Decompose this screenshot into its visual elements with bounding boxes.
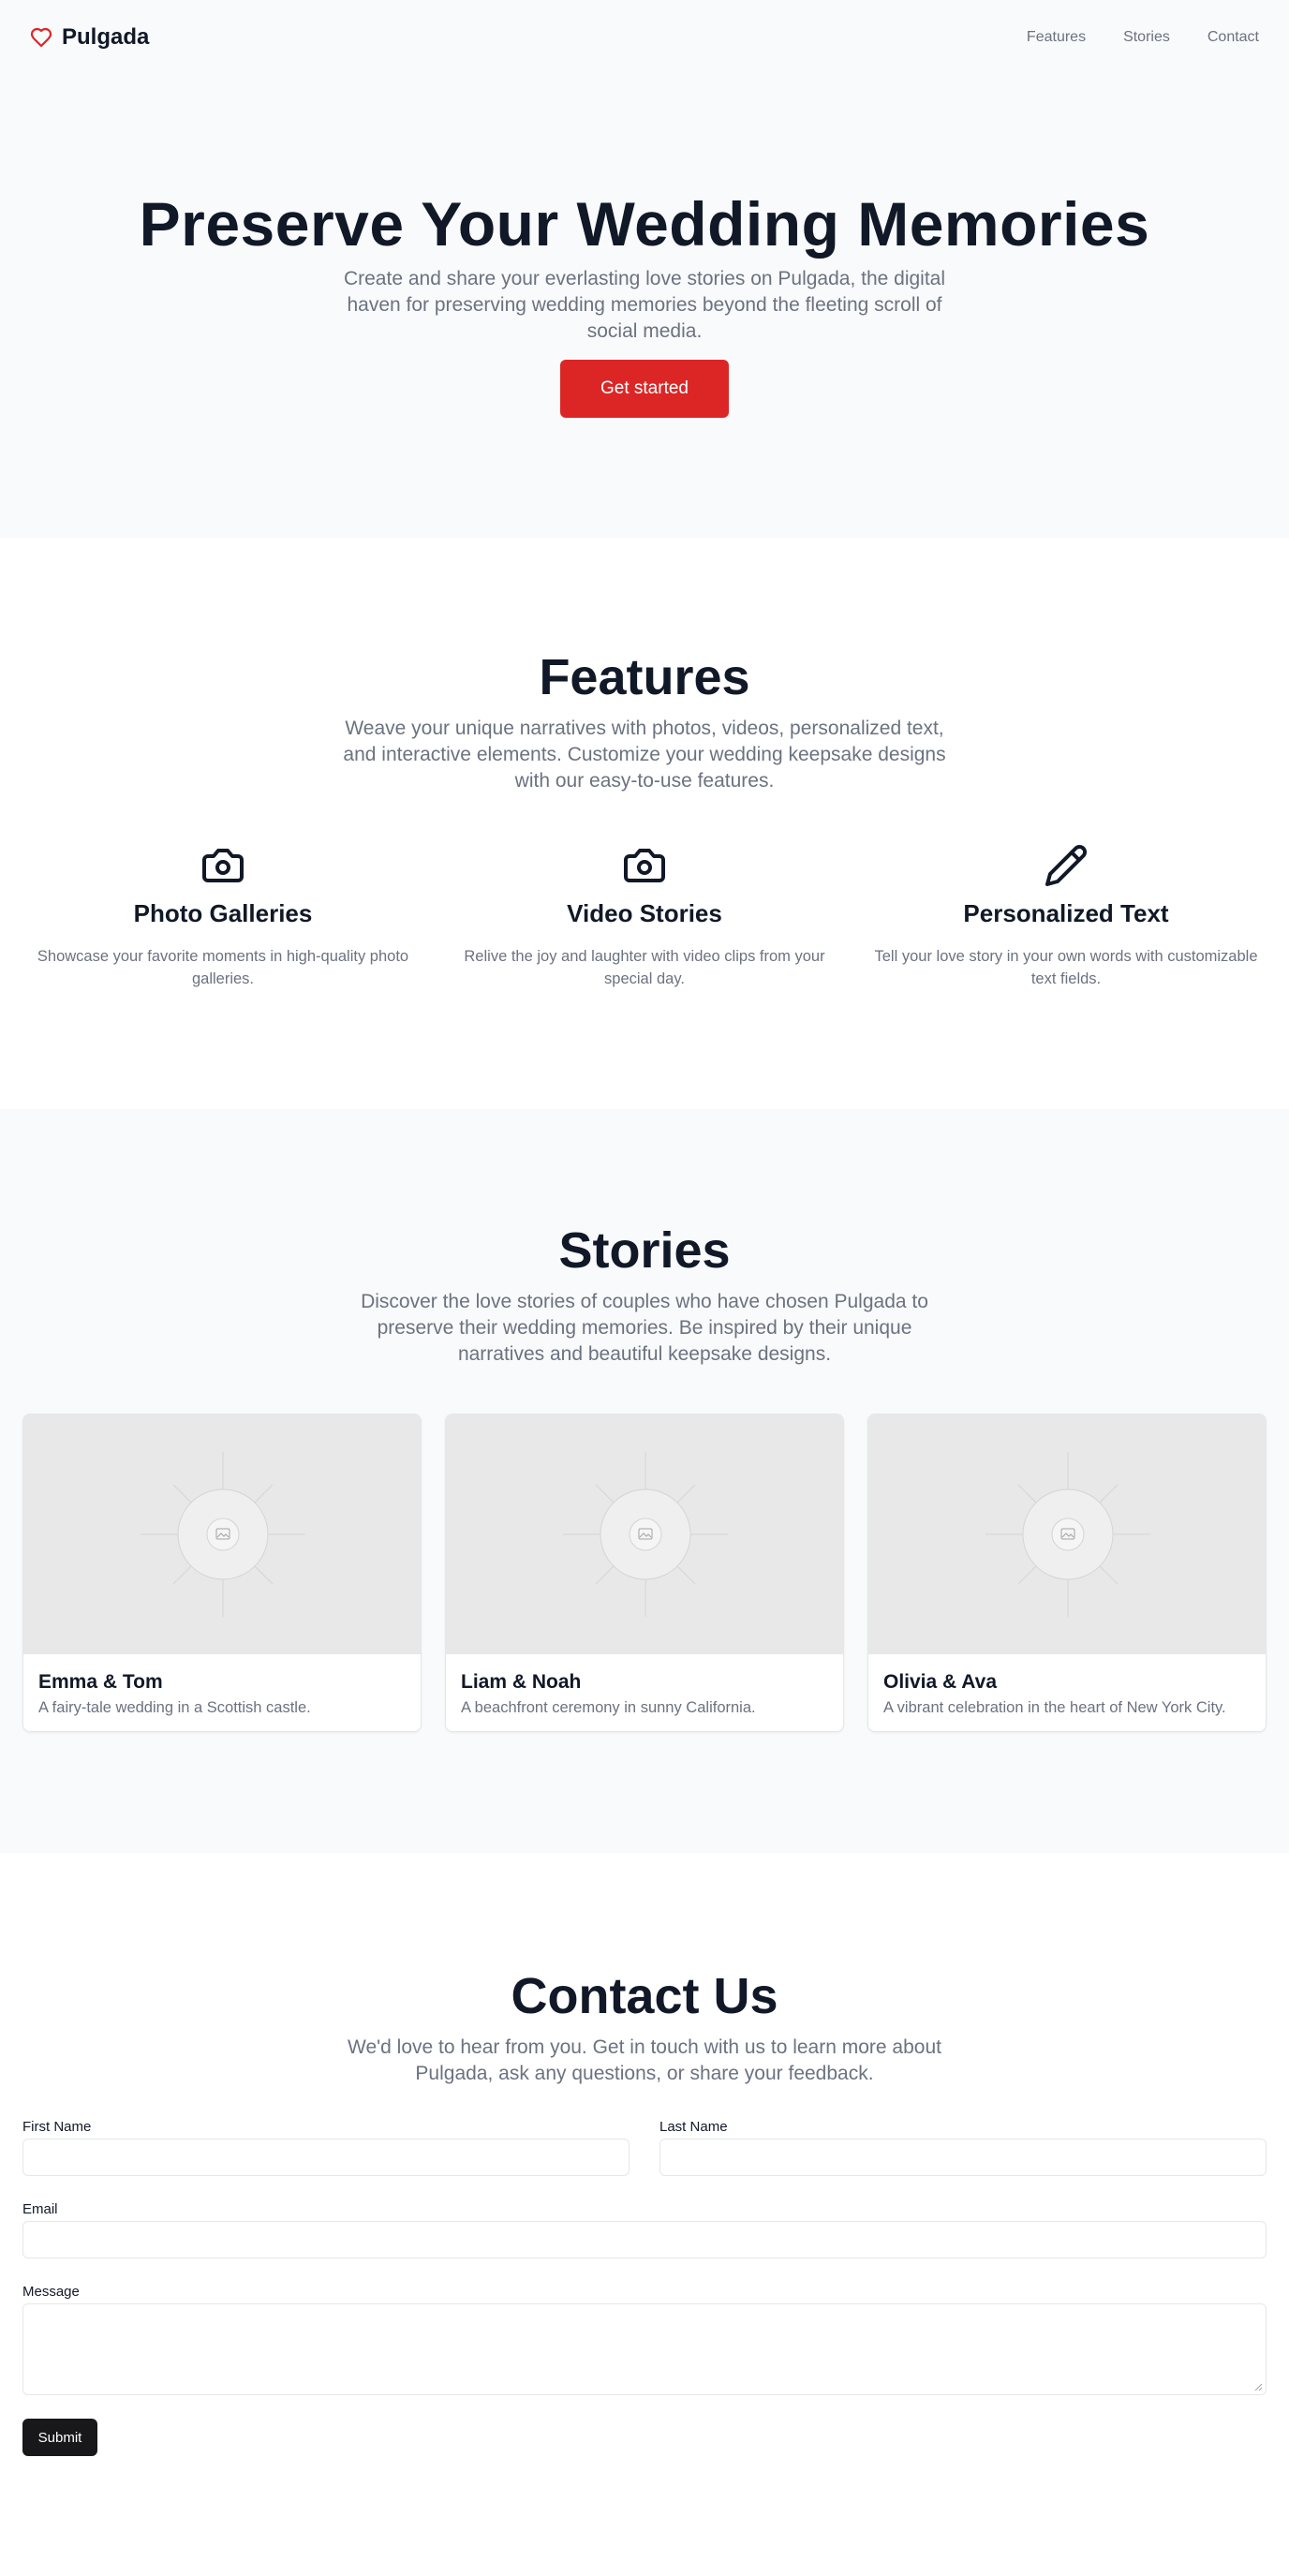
email-input[interactable] (22, 2221, 1267, 2258)
camera-icon (444, 843, 845, 888)
story-name: Liam & Noah (461, 1671, 582, 1693)
features-section: Features Weave your unique narratives wi… (0, 538, 1289, 1109)
image-placeholder-icon (446, 1414, 843, 1654)
feature-title: Photo Galleries (133, 899, 313, 927)
story-card-emma-tom[interactable]: Emma & Tom A fairy-tale wedding in a Sco… (22, 1414, 422, 1732)
feature-title: Video Stories (567, 899, 722, 927)
feature-personalized-text: Personalized Text Tell your love story i… (866, 843, 1267, 990)
nav-link-contact[interactable]: Contact (1208, 29, 1259, 46)
main-nav: Features Stories Contact (1027, 29, 1259, 46)
story-name: Olivia & Ava (883, 1671, 997, 1693)
features-title: Features (539, 649, 750, 705)
hero-section: Preserve Your Wedding Memories Create an… (0, 75, 1289, 538)
stories-subtitle: Discover the love stories of couples who… (361, 1291, 928, 1365)
hero-subtitle: Create and share your everlasting love s… (343, 268, 946, 342)
get-started-button[interactable]: Get started (560, 360, 729, 418)
story-text: A fairy-tale wedding in a Scottish castl… (38, 1699, 311, 1716)
nav-link-features[interactable]: Features (1027, 29, 1086, 46)
last-name-label: Last Name (659, 2119, 728, 2135)
hero-title: Preserve Your Wedding Memories (139, 189, 1150, 259)
camera-icon (22, 843, 423, 888)
first-name-label: First Name (22, 2119, 92, 2135)
story-card-olivia-ava[interactable]: Olivia & Ava A vibrant celebration in th… (867, 1414, 1267, 1732)
story-name: Emma & Tom (38, 1671, 163, 1693)
contact-section: Contact Us We'd love to hear from you. G… (0, 1853, 1289, 2576)
story-text: A vibrant celebration in the heart of Ne… (883, 1699, 1226, 1716)
feature-text: Showcase your favorite moments in high-q… (37, 948, 409, 987)
message-label: Message (22, 2284, 80, 2300)
image-placeholder-icon (868, 1414, 1266, 1654)
contact-subtitle: We'd love to hear from you. Get in touch… (348, 2036, 941, 2084)
image-placeholder-icon (23, 1414, 421, 1654)
stories-title: Stories (558, 1222, 731, 1279)
feature-video-stories: Video Stories Relive the joy and laughte… (444, 843, 845, 990)
contact-title: Contact Us (511, 1968, 778, 2024)
feature-photo-galleries: Photo Galleries Showcase your favorite m… (22, 843, 423, 990)
features-subtitle: Weave your unique narratives with photos… (343, 718, 946, 792)
site-header: Pulgada Features Stories Contact (0, 0, 1289, 75)
pencil-icon (866, 843, 1267, 888)
heart-icon (30, 26, 52, 49)
first-name-input[interactable] (22, 2139, 630, 2176)
brand[interactable]: Pulgada (30, 24, 149, 51)
resize-handle-icon[interactable] (1253, 2382, 1263, 2391)
feature-text: Tell your love story in your own words w… (874, 948, 1258, 987)
nav-link-stories[interactable]: Stories (1123, 29, 1170, 46)
stories-section: Stories Discover the love stories of cou… (0, 1109, 1289, 1853)
story-text: A beachfront ceremony in sunny Californi… (461, 1699, 756, 1716)
feature-text: Relive the joy and laughter with video c… (464, 948, 825, 987)
message-textarea[interactable] (22, 2303, 1267, 2395)
brand-name: Pulgada (62, 24, 150, 50)
feature-title: Personalized Text (963, 899, 1169, 927)
story-card-liam-noah[interactable]: Liam & Noah A beachfront ceremony in sun… (445, 1414, 844, 1732)
last-name-input[interactable] (659, 2139, 1267, 2176)
submit-button[interactable]: Submit (22, 2419, 97, 2456)
email-label: Email (22, 2201, 58, 2217)
